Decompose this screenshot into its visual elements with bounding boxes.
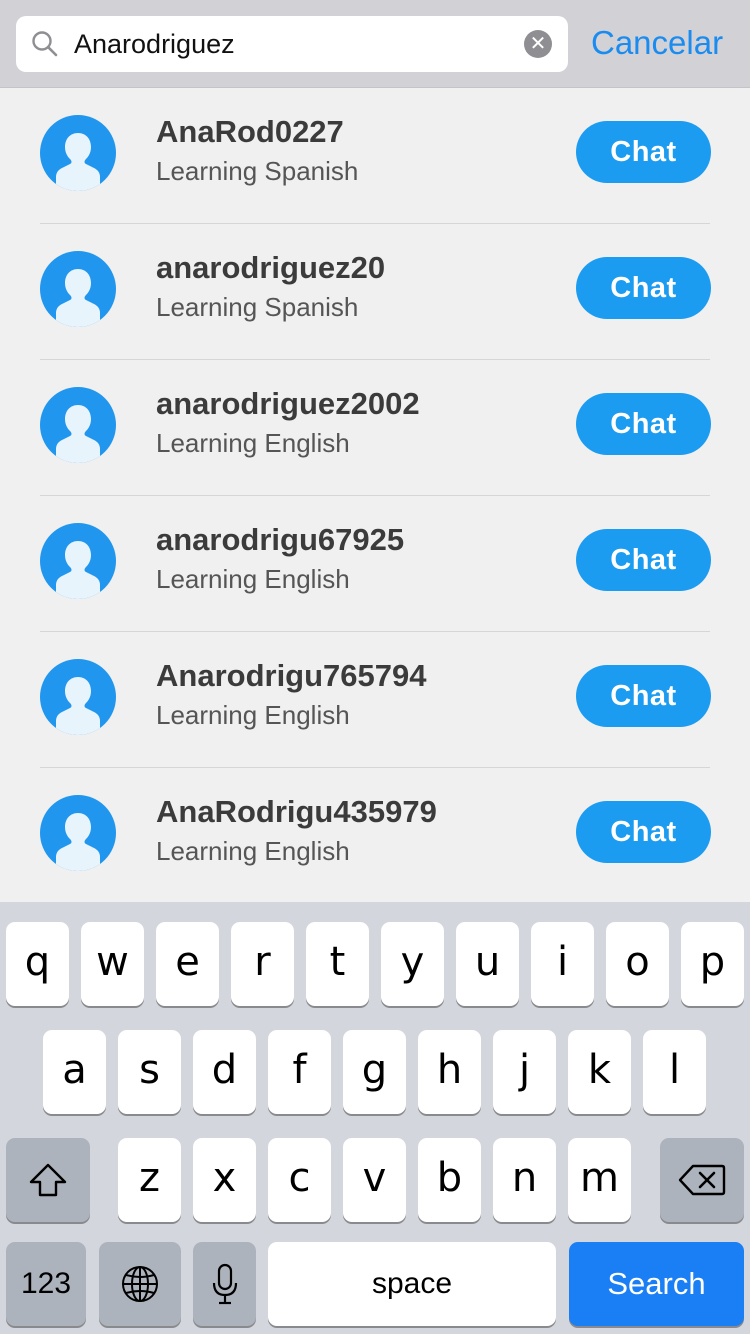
chat-button[interactable]: Chat — [576, 801, 711, 863]
chat-button[interactable]: Chat — [576, 257, 711, 319]
space-key[interactable]: space — [268, 1242, 556, 1326]
list-item[interactable]: anarodrigu67925 Learning English Chat — [0, 496, 750, 632]
list-item[interactable]: anarodriguez2002 Learning English Chat — [0, 360, 750, 496]
chat-button[interactable]: Chat — [576, 393, 711, 455]
key-k[interactable]: k — [568, 1030, 631, 1114]
key-z[interactable]: z — [118, 1138, 181, 1222]
key-d[interactable]: d — [193, 1030, 256, 1114]
username: Anarodrigu765794 — [156, 658, 427, 693]
key-r[interactable]: r — [231, 922, 294, 1006]
learning-language: Learning English — [156, 700, 350, 730]
key-c[interactable]: c — [268, 1138, 331, 1222]
user-avatar-icon — [40, 251, 116, 327]
key-f[interactable]: f — [268, 1030, 331, 1114]
learning-language: Learning Spanish — [156, 292, 359, 322]
delete-key[interactable] — [660, 1138, 744, 1222]
user-avatar-icon — [40, 387, 116, 463]
key-q[interactable]: q — [6, 922, 69, 1006]
key-w[interactable]: w — [81, 922, 144, 1006]
user-avatar-icon — [40, 795, 116, 871]
user-avatar-icon — [40, 115, 116, 191]
learning-language: Learning English — [156, 428, 350, 458]
search-input[interactable] — [74, 24, 514, 64]
key-o[interactable]: o — [606, 922, 669, 1006]
key-s[interactable]: s — [118, 1030, 181, 1114]
cancel-button[interactable]: Cancelar — [591, 22, 723, 64]
key-j[interactable]: j — [493, 1030, 556, 1114]
chat-button[interactable]: Chat — [576, 121, 711, 183]
username: anarodriguez2002 — [156, 386, 420, 421]
chat-button[interactable]: Chat — [576, 665, 711, 727]
keyboard: q w e r t y u i o p a s d f g h j k l z … — [0, 902, 750, 1334]
key-e[interactable]: e — [156, 922, 219, 1006]
key-x[interactable]: x — [193, 1138, 256, 1222]
search-field[interactable]: ✕ — [16, 16, 568, 72]
search-key[interactable]: Search — [569, 1242, 744, 1326]
learning-language: Learning English — [156, 836, 350, 866]
key-i[interactable]: i — [531, 922, 594, 1006]
globe-key[interactable] — [99, 1242, 181, 1326]
key-g[interactable]: g — [343, 1030, 406, 1114]
shift-icon — [29, 1163, 67, 1197]
shift-key[interactable] — [6, 1138, 90, 1222]
learning-language: Learning Spanish — [156, 156, 359, 186]
key-l[interactable]: l — [643, 1030, 706, 1114]
list-item[interactable]: AnaRod0227 Learning Spanish Chat — [0, 88, 750, 224]
username: AnaRodrigu435979 — [156, 794, 437, 829]
chat-button[interactable]: Chat — [576, 529, 711, 591]
username: AnaRod0227 — [156, 114, 344, 149]
microphone-key[interactable] — [193, 1242, 256, 1326]
search-icon — [32, 31, 58, 57]
list-item[interactable]: AnaRodrigu435979 Learning English Chat — [0, 768, 750, 902]
key-v[interactable]: v — [343, 1138, 406, 1222]
learning-language: Learning English — [156, 564, 350, 594]
backspace-icon — [678, 1164, 726, 1196]
key-y[interactable]: y — [381, 922, 444, 1006]
key-h[interactable]: h — [418, 1030, 481, 1114]
list-item[interactable]: anarodriguez20 Learning Spanish Chat — [0, 224, 750, 360]
key-b[interactable]: b — [418, 1138, 481, 1222]
key-m[interactable]: m — [568, 1138, 631, 1222]
key-a[interactable]: a — [43, 1030, 106, 1114]
key-n[interactable]: n — [493, 1138, 556, 1222]
numbers-key[interactable]: 123 — [6, 1242, 86, 1326]
key-t[interactable]: t — [306, 922, 369, 1006]
globe-icon — [122, 1266, 158, 1302]
key-p[interactable]: p — [681, 922, 744, 1006]
search-results-list: AnaRod0227 Learning Spanish Chat anarodr… — [0, 88, 750, 902]
user-avatar-icon — [40, 659, 116, 735]
list-item[interactable]: Anarodrigu765794 Learning English Chat — [0, 632, 750, 768]
key-u[interactable]: u — [456, 922, 519, 1006]
clear-icon[interactable]: ✕ — [524, 30, 552, 58]
username: anarodrigu67925 — [156, 522, 405, 557]
user-avatar-icon — [40, 523, 116, 599]
microphone-icon — [212, 1263, 237, 1305]
username: anarodriguez20 — [156, 250, 386, 285]
search-header: ✕ Cancelar — [0, 0, 750, 88]
